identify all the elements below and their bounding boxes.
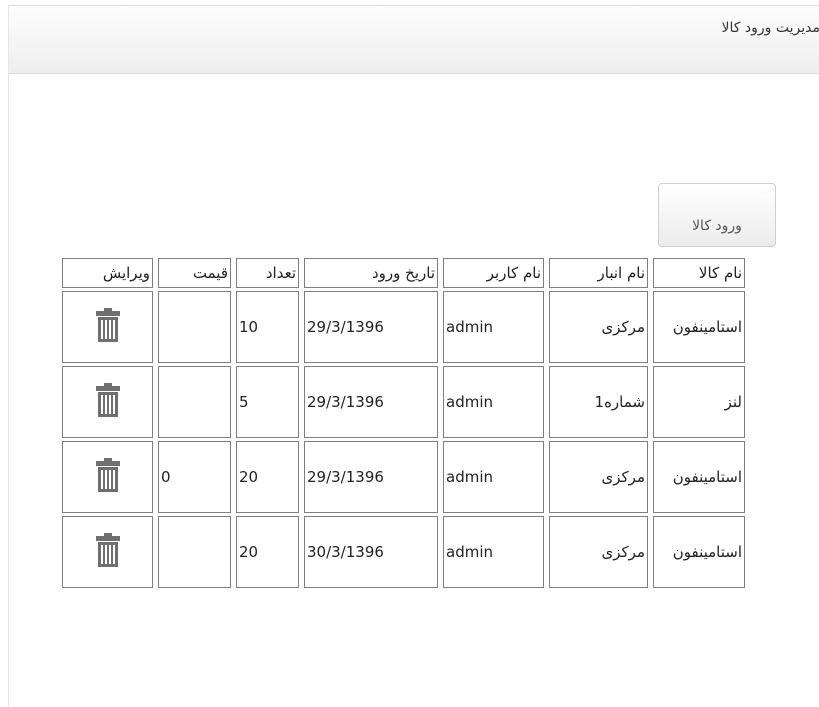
- column-header-quantity[interactable]: تعداد: [236, 258, 299, 288]
- table-row: استامینفون مرکزی admin 29/3/1396 20 0: [62, 441, 745, 513]
- cell-quantity: 20: [236, 516, 299, 588]
- column-header-price[interactable]: قیمت: [158, 258, 231, 288]
- cell-user: admin: [443, 366, 544, 438]
- cell-price: [158, 366, 231, 438]
- cell-product: استامینفون: [653, 291, 745, 363]
- column-header-user[interactable]: نام کاربر: [443, 258, 544, 288]
- column-header-product[interactable]: نام کالا: [653, 258, 745, 288]
- cell-user: admin: [443, 441, 544, 513]
- cell-date: 29/3/1396: [304, 441, 438, 513]
- page-title: مدیریت ورود کالا: [721, 20, 819, 36]
- column-header-date[interactable]: تاریخ ورود: [304, 258, 438, 288]
- cell-quantity: 20: [236, 441, 299, 513]
- cell-warehouse: مرکزی: [549, 516, 648, 588]
- trash-icon[interactable]: [94, 457, 122, 493]
- cell-product: لنز: [653, 366, 745, 438]
- cell-date: 29/3/1396: [304, 291, 438, 363]
- cell-actions: [62, 516, 153, 588]
- trash-icon[interactable]: [94, 382, 122, 418]
- column-header-edit: ویرایش: [62, 258, 153, 288]
- column-header-warehouse[interactable]: نام انبار: [549, 258, 648, 288]
- table-row: استامینفون مرکزی admin 30/3/1396 20: [62, 516, 745, 588]
- cell-warehouse: شماره1: [549, 366, 648, 438]
- cell-quantity: 10: [236, 291, 299, 363]
- cell-date: 29/3/1396: [304, 366, 438, 438]
- cell-actions: [62, 291, 153, 363]
- cell-actions: [62, 366, 153, 438]
- cell-quantity: 5: [236, 366, 299, 438]
- cell-price: 0: [158, 441, 231, 513]
- trash-icon[interactable]: [94, 532, 122, 568]
- add-goods-entry-button[interactable]: ورود کالا: [658, 183, 776, 247]
- cell-actions: [62, 441, 153, 513]
- cell-date: 30/3/1396: [304, 516, 438, 588]
- cell-warehouse: مرکزی: [549, 441, 648, 513]
- table-row: لنز شماره1 admin 29/3/1396 5: [62, 366, 745, 438]
- cell-price: [158, 291, 231, 363]
- cell-user: admin: [443, 291, 544, 363]
- cell-price: [158, 516, 231, 588]
- table-row: استامینفون مرکزی admin 29/3/1396 10: [62, 291, 745, 363]
- cell-product: استامینفون: [653, 441, 745, 513]
- cell-user: admin: [443, 516, 544, 588]
- goods-entry-table: نام کالا نام انبار نام کاربر تاریخ ورود …: [57, 255, 750, 591]
- panel-header: مدیریت ورود کالا: [9, 6, 819, 74]
- cell-product: استامینفون: [653, 516, 745, 588]
- trash-icon[interactable]: [94, 307, 122, 343]
- cell-warehouse: مرکزی: [549, 291, 648, 363]
- table-header-row: نام کالا نام انبار نام کاربر تاریخ ورود …: [62, 258, 745, 288]
